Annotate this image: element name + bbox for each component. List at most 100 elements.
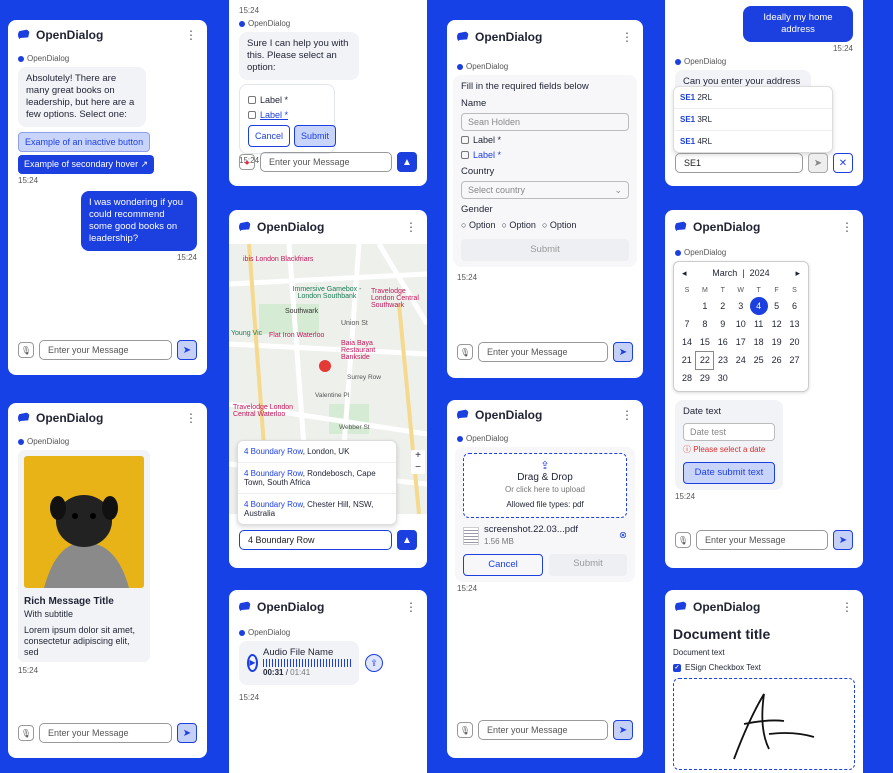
result-item[interactable]: 4 Boundary Row, Rondebosch, Cape Town, S… xyxy=(238,463,396,494)
calendar-day[interactable]: 27 xyxy=(786,351,804,369)
message-input[interactable]: Enter your Message xyxy=(260,152,392,172)
calendar-day[interactable]: 9 xyxy=(714,315,732,333)
calendar-day[interactable]: 30 xyxy=(714,369,732,387)
submit-button[interactable]: Submit xyxy=(294,125,337,147)
previous-month-icon[interactable]: ◂ xyxy=(682,268,687,279)
calendar-day[interactable]: 8 xyxy=(696,315,714,333)
remove-file-icon[interactable]: ⊗ xyxy=(619,530,627,542)
calendar-day[interactable]: 28 xyxy=(678,369,696,387)
submit-button[interactable]: Submit xyxy=(461,239,629,261)
year-label[interactable]: 2024 xyxy=(750,268,770,278)
send-icon[interactable]: ➤ xyxy=(177,723,197,743)
send-icon[interactable]: ➤ xyxy=(613,342,633,362)
message-input[interactable]: Enter your Message xyxy=(39,723,172,743)
calendar-day[interactable]: 5 xyxy=(768,297,786,315)
calendar-day[interactable]: 29 xyxy=(696,369,714,387)
result-item[interactable]: 4 Boundary Row, Chester Hill, NSW, Austr… xyxy=(238,494,396,524)
menu-icon[interactable]: ⋮ xyxy=(841,600,853,614)
map-label: Webber St xyxy=(339,424,370,431)
menu-icon[interactable]: ⋮ xyxy=(185,411,197,425)
message-input[interactable]: Enter your Message xyxy=(696,530,828,550)
gender-radio[interactable]: ○ Option xyxy=(461,219,495,231)
calendar-day[interactable]: 6 xyxy=(786,297,804,315)
calendar-day[interactable]: 13 xyxy=(786,315,804,333)
microphone-icon[interactable]: 🎙 xyxy=(457,722,473,738)
microphone-icon[interactable]: 🎙 xyxy=(675,532,691,548)
cancel-button[interactable]: Cancel xyxy=(463,554,543,576)
menu-icon[interactable]: ⋮ xyxy=(621,30,633,44)
date-field[interactable]: Date test xyxy=(683,423,775,441)
calendar-day[interactable]: 10 xyxy=(732,315,750,333)
calendar-day[interactable]: 21 xyxy=(678,351,696,369)
menu-icon[interactable]: ⋮ xyxy=(185,28,197,42)
calendar-day[interactable]: 2 xyxy=(714,297,732,315)
checkbox-option[interactable]: Label * xyxy=(461,134,629,146)
calendar-day[interactable]: 16 xyxy=(714,333,732,351)
message-input[interactable]: Enter your Message xyxy=(478,720,608,740)
calendar-day[interactable]: 11 xyxy=(750,315,768,333)
calendar-day[interactable]: 18 xyxy=(750,333,768,351)
send-icon[interactable]: ▲ xyxy=(397,530,417,550)
calendar-day[interactable]: 23 xyxy=(714,351,732,369)
signature-box[interactable] xyxy=(673,678,855,770)
send-icon[interactable]: ➤ xyxy=(613,720,633,740)
checkbox-option[interactable]: Label * xyxy=(461,149,629,161)
address-input[interactable]: SE1 xyxy=(675,153,803,173)
calendar-day[interactable]: 19 xyxy=(768,333,786,351)
calendar-day[interactable]: 7 xyxy=(678,315,696,333)
month-label[interactable]: March xyxy=(712,268,737,278)
microphone-icon[interactable]: 🎙 xyxy=(18,725,34,741)
calendar-day[interactable]: 25 xyxy=(750,351,768,369)
suggestion-item[interactable]: SE1 3RL xyxy=(674,109,832,131)
gender-radio[interactable]: ○ Option xyxy=(501,219,535,231)
result-item[interactable]: 4 Boundary Row, London, UK xyxy=(238,441,396,463)
secondary-hover-button[interactable]: Example of secondary hover ↗ xyxy=(18,155,155,174)
calendar-day[interactable]: 3 xyxy=(732,297,750,315)
menu-icon[interactable]: ⋮ xyxy=(405,600,417,614)
send-icon[interactable]: ➤ xyxy=(833,530,853,550)
calendar-day[interactable]: 4 xyxy=(749,297,768,315)
calendar-day[interactable]: 17 xyxy=(732,333,750,351)
gender-radio[interactable]: ○ Option xyxy=(542,219,576,231)
name-field[interactable]: Sean Holden xyxy=(461,113,629,131)
calendar-day[interactable]: 20 xyxy=(786,333,804,351)
checkbox-option[interactable]: Label * xyxy=(248,109,326,121)
calendar-day[interactable]: 26 xyxy=(768,351,786,369)
message-input[interactable]: Enter your Message xyxy=(39,340,172,360)
date-submit-button[interactable]: Date submit text xyxy=(683,462,775,484)
upload-icon[interactable]: ⇪ xyxy=(365,654,383,672)
inactive-button[interactable]: Example of an inactive button xyxy=(18,132,151,152)
country-select[interactable]: Select country ⌄ xyxy=(461,181,629,199)
date-label: Date text xyxy=(683,406,722,417)
sender-label: OpenDialog xyxy=(675,248,853,257)
calendar-day[interactable]: 15 xyxy=(696,333,714,351)
send-icon[interactable]: ➤ xyxy=(808,153,828,173)
calendar-day[interactable]: 12 xyxy=(768,315,786,333)
esign-checkbox[interactable]: ✓ ESign Checkbox Text xyxy=(673,663,855,672)
menu-icon[interactable]: ⋮ xyxy=(621,408,633,422)
menu-icon[interactable]: ⋮ xyxy=(841,220,853,234)
suggestion-item[interactable]: SE1 4RL xyxy=(674,131,832,152)
message-input[interactable]: Enter your Message xyxy=(478,342,608,362)
drop-zone[interactable]: ⇪ Drag & Drop Or click here to upload Al… xyxy=(463,453,627,518)
calendar-day[interactable]: 24 xyxy=(732,351,750,369)
close-icon[interactable]: ✕ xyxy=(833,153,853,173)
suggestion-item[interactable]: SE1 2RL xyxy=(674,87,832,109)
play-icon[interactable]: ▶ xyxy=(247,654,258,672)
menu-icon[interactable]: ⋮ xyxy=(405,220,417,234)
send-icon[interactable]: ▲ xyxy=(397,152,417,172)
send-icon[interactable]: ➤ xyxy=(177,340,197,360)
address-input[interactable]: 4 Boundary Row xyxy=(239,530,392,550)
calendar-day[interactable]: 14 xyxy=(678,333,696,351)
next-month-icon[interactable]: ▸ xyxy=(795,268,800,279)
zoom-controls[interactable]: + − xyxy=(411,450,425,474)
microphone-icon[interactable]: 🎙 xyxy=(457,344,473,360)
cancel-button[interactable]: Cancel xyxy=(248,125,291,147)
submit-button[interactable]: Submit xyxy=(549,554,627,576)
waveform[interactable] xyxy=(263,659,351,667)
calendar-day[interactable]: 1 xyxy=(696,297,714,315)
checkbox-option[interactable]: Label * xyxy=(248,94,326,106)
record-icon[interactable]: ● xyxy=(239,154,255,170)
microphone-icon[interactable]: 🎙 xyxy=(18,342,34,358)
calendar-day[interactable]: 22 xyxy=(695,350,715,370)
